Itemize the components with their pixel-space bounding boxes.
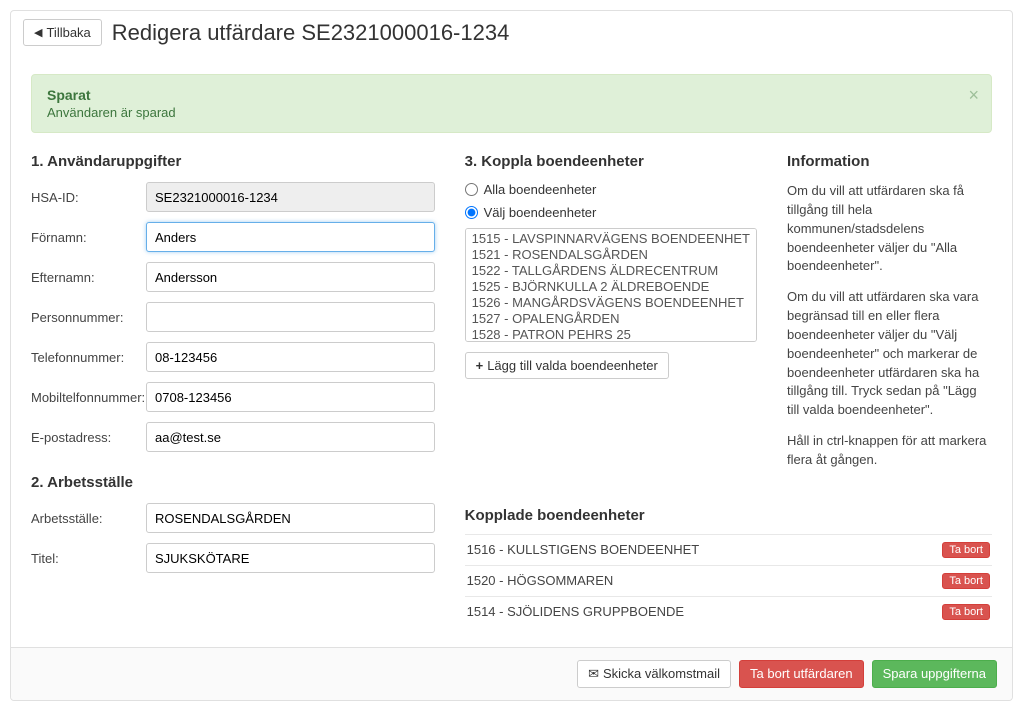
panel-footer: ✉ Skicka välkomstmail Ta bort utfärdaren… <box>11 647 1012 700</box>
mobile-label: Mobiltelfonnummer: <box>31 390 146 405</box>
chevron-left-icon: ◀ <box>34 26 42 39</box>
info-heading: Information <box>787 153 992 170</box>
remove-linked-button[interactable]: Ta bort <box>942 604 990 620</box>
titlefield-label: Titel: <box>31 551 146 566</box>
workplace-label: Arbetsställe: <box>31 511 146 526</box>
linked-item-label: 1516 - KULLSTIGENS BOENDEENHET <box>467 542 700 557</box>
section2-heading: 2. Arbetsställe <box>31 474 435 491</box>
page-title: Redigera utfärdare SE2321000016-1234 <box>112 20 510 46</box>
remove-linked-button[interactable]: Ta bort <box>942 542 990 558</box>
alert-title: Sparat <box>47 87 961 103</box>
firstname-input[interactable] <box>146 222 435 252</box>
list-item[interactable]: 1526 - MANGÅRDSVÄGENS BOENDEENHET <box>466 295 756 311</box>
remove-linked-button[interactable]: Ta bort <box>942 573 990 589</box>
phone-input[interactable] <box>146 342 435 372</box>
linked-item-label: 1520 - HÖGSOMMAREN <box>467 573 614 588</box>
radio-select-units[interactable] <box>465 206 478 219</box>
linked-item-label: 1514 - SJÖLIDENS GRUPPBOENDE <box>467 604 684 619</box>
add-units-button[interactable]: + Lägg till valda boendeenheter <box>465 352 669 379</box>
close-icon[interactable]: × <box>968 85 979 106</box>
send-welcome-label: Skicka välkomstmail <box>603 666 720 681</box>
radio-select-label: Välj boendeenheter <box>484 205 597 220</box>
right-column: Information Om du vill att utfärdaren sk… <box>787 153 992 482</box>
linked-row: 1520 - HÖGSOMMAREN Ta bort <box>465 565 992 596</box>
list-item[interactable]: 1522 - TALLGÅRDENS ÄLDRECENTRUM <box>466 263 756 279</box>
units-listbox[interactable]: 1515 - LAVSPINNARVÄGENS BOENDEENHET 1521… <box>465 228 757 342</box>
mobile-input[interactable] <box>146 382 435 412</box>
linked-units-section: Kopplade boendeenheter 1516 - KULLSTIGEN… <box>465 482 992 627</box>
hsaid-input <box>146 182 435 212</box>
add-units-label: Lägg till valda boendeenheter <box>487 358 658 373</box>
list-item[interactable]: 1527 - OPALENGÅRDEN <box>466 311 756 327</box>
linked-row: 1514 - SJÖLIDENS GRUPPBOENDE Ta bort <box>465 596 992 627</box>
panel-header: ◀ Tillbaka Redigera utfärdare SE23210000… <box>11 11 1012 54</box>
radio-all-label: Alla boendeenheter <box>484 182 597 197</box>
send-welcome-button[interactable]: ✉ Skicka välkomstmail <box>577 660 731 688</box>
middle-column: 3. Koppla boendeenheter Alla boendeenhet… <box>465 153 757 482</box>
envelope-icon: ✉ <box>588 666 599 682</box>
info-text: Om du vill att utfärdaren ska få tillgån… <box>787 182 992 470</box>
email-input[interactable] <box>146 422 435 452</box>
hsaid-label: HSA-ID: <box>31 190 146 205</box>
section3-heading: 3. Koppla boendeenheter <box>465 153 757 170</box>
info-p1: Om du vill att utfärdaren ska få tillgån… <box>787 182 992 276</box>
alert-text: Användaren är sparad <box>47 105 961 120</box>
success-alert: × Sparat Användaren är sparad <box>31 74 992 133</box>
plus-icon: + <box>476 358 484 373</box>
back-button[interactable]: ◀ Tillbaka <box>23 19 102 46</box>
panel-body: × Sparat Användaren är sparad 1. Använda… <box>11 54 1012 647</box>
radio-all-units[interactable] <box>465 183 478 196</box>
list-item[interactable]: 1521 - ROSENDALSGÅRDEN <box>466 247 756 263</box>
linked-heading: Kopplade boendeenheter <box>465 507 992 524</box>
section1-heading: 1. Användaruppgifter <box>31 153 435 170</box>
save-button[interactable]: Spara uppgifterna <box>872 660 997 688</box>
lastname-input[interactable] <box>146 262 435 292</box>
info-p3: Håll in ctrl-knappen för att markera fle… <box>787 432 992 470</box>
delete-issuer-button[interactable]: Ta bort utfärdaren <box>739 660 864 688</box>
firstname-label: Förnamn: <box>31 230 146 245</box>
edit-issuer-panel: ◀ Tillbaka Redigera utfärdare SE23210000… <box>10 10 1013 701</box>
back-button-label: Tillbaka <box>46 25 90 40</box>
personnr-label: Personnummer: <box>31 310 146 325</box>
list-item[interactable]: 1528 - PATRON PEHRS 25 <box>466 327 756 342</box>
left-column: 1. Användaruppgifter HSA-ID: Förnamn: Ef… <box>31 153 435 627</box>
linked-row: 1516 - KULLSTIGENS BOENDEENHET Ta bort <box>465 534 992 565</box>
lastname-label: Efternamn: <box>31 270 146 285</box>
workplace-input[interactable] <box>146 503 435 533</box>
email-label: E-postadress: <box>31 430 146 445</box>
titlefield-input[interactable] <box>146 543 435 573</box>
list-item[interactable]: 1525 - BJÖRNKULLA 2 ÄLDREBOENDE <box>466 279 756 295</box>
personnr-input[interactable] <box>146 302 435 332</box>
info-p2: Om du vill att utfärdaren ska vara begrä… <box>787 288 992 420</box>
list-item[interactable]: 1515 - LAVSPINNARVÄGENS BOENDEENHET <box>466 231 756 247</box>
phone-label: Telefonnummer: <box>31 350 146 365</box>
columns: 1. Användaruppgifter HSA-ID: Förnamn: Ef… <box>31 153 992 627</box>
